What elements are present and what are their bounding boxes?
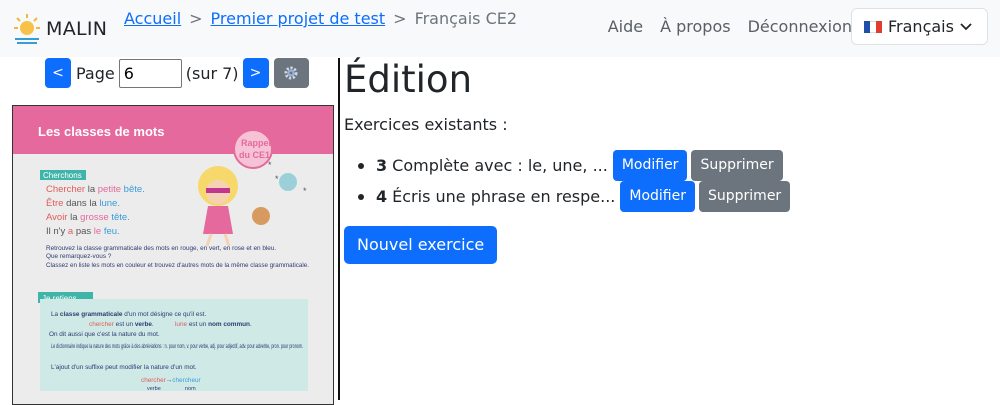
language-select-value: Français xyxy=(888,17,954,36)
brand[interactable]: MALIN xyxy=(12,12,107,46)
page-badge-line1: Rappel xyxy=(241,138,271,148)
page-rule-text: verbe xyxy=(135,321,152,328)
page-line-word: la xyxy=(85,184,98,195)
exercise-list: 3 Complète avec : le, une, ... Modifier … xyxy=(358,150,791,212)
svg-text:chercher→chercheur: chercher→chercheur xyxy=(141,377,202,384)
page-line-word: dans xyxy=(63,198,89,209)
breadcrumb-separator: > xyxy=(393,9,407,28)
page-rule-text: nom xyxy=(185,386,196,392)
exercise-number: 4 xyxy=(376,187,388,206)
page-total: (sur 7) xyxy=(185,63,239,83)
brand-name: MALIN xyxy=(46,18,108,40)
page-rule-text: chercher xyxy=(141,377,167,384)
exercise-item: 4 Écris une phrase en respe... Modifier … xyxy=(358,181,791,212)
svg-text:Chercher la petite bête.: Chercher la petite bête. xyxy=(46,184,145,195)
page-rule-text: . xyxy=(152,321,154,328)
page-rule-text: Le dictionnaire indique la nature des mo… xyxy=(51,344,303,350)
exercises-subtitle: Exercices existants : xyxy=(344,115,508,134)
page-heading: Les classes de mots xyxy=(38,124,164,139)
page-line-word: bête. xyxy=(121,184,145,195)
breadcrumb: Accueil > Premier projet de test > Français … xyxy=(124,9,517,28)
page-line-word: Avoir xyxy=(46,212,67,223)
nav-logout-link[interactable]: Déconnexion xyxy=(748,17,852,36)
nav-links: Aide À propos Déconnexion xyxy=(608,17,852,36)
navbar: MALIN Accueil > Premier projet de test > Fra… xyxy=(0,0,1000,57)
settings-button[interactable] xyxy=(273,58,309,88)
page-line-word: petite xyxy=(98,184,121,195)
page-rule-text: nom commun xyxy=(208,321,250,328)
page-rule-text: On dit aussi que c'est la nature du mot. xyxy=(49,331,160,338)
prev-page-button[interactable]: < xyxy=(45,58,71,88)
next-page-button[interactable]: > xyxy=(242,58,269,88)
page-title: Édition xyxy=(344,58,473,101)
page-line-word: Il n'y xyxy=(46,226,68,237)
breadcrumb-project-link[interactable]: Premier projet de test xyxy=(211,9,386,28)
exercise-item: 3 Complète avec : le, une, ... Modifier … xyxy=(358,150,790,181)
page-rule-text: est un xyxy=(187,321,208,328)
svg-text:Être dans la lune.: Être dans la lune. xyxy=(46,198,120,209)
page-rule-text: verbe xyxy=(147,386,161,392)
textbook-page-preview: Les classes de mots Rappel du CE1 Cherch… xyxy=(12,105,334,405)
delete-button[interactable]: Supprimer xyxy=(691,150,783,181)
nav-help-link[interactable]: Aide xyxy=(608,17,643,36)
page-badge-line2: du CE1 xyxy=(239,150,270,160)
page-rule-text: . xyxy=(250,321,252,328)
page-bullet1: Retrouvez la classe grammaticale des mot… xyxy=(46,245,276,252)
page-section-cherchons: Cherchons xyxy=(43,171,82,180)
page-rule-text: chercher xyxy=(89,321,115,328)
page-bullet2: Classez en liste les mots en couleur et … xyxy=(46,263,309,269)
svg-text:*: * xyxy=(275,174,279,184)
page-rule-text: d'un mot désigne ce qu'il est. xyxy=(122,311,206,318)
page-line-word: tête. xyxy=(111,212,130,223)
page-line-word: Chercher xyxy=(46,184,85,195)
page-line-word: le xyxy=(94,226,101,237)
sun-logo-icon xyxy=(12,12,42,46)
page-label: Page xyxy=(76,63,115,83)
page-line-word: Être xyxy=(46,198,63,209)
page-pager: < Page (sur 7) > xyxy=(45,58,309,88)
svg-text:chercher est un verbe.: chercher est un verbe. xyxy=(89,321,154,328)
page-bullet1b: Que remarquez-vous ? xyxy=(46,253,112,260)
svg-text:Il n'y a pas le feu.: Il n'y a pas le feu. xyxy=(46,226,120,237)
svg-text:lune est un nom commun.: lune est un nom commun. xyxy=(175,321,252,328)
breadcrumb-separator: > xyxy=(189,9,203,28)
svg-text:Avoir la grosse tête.: Avoir la grosse tête. xyxy=(46,212,130,223)
svg-text:*: * xyxy=(268,160,272,170)
exercise-number: 3 xyxy=(376,156,388,175)
breadcrumb-current: Français CE2 xyxy=(414,9,518,28)
chevron-down-icon xyxy=(960,23,972,31)
france-flag-icon xyxy=(864,20,882,33)
language-select[interactable]: Français xyxy=(851,8,988,45)
svg-text:La classe grammaticale d'un mo: La classe grammaticale d'un mot désigne … xyxy=(51,311,206,318)
gear-icon xyxy=(284,66,298,80)
page-rule-text: L'ajout d'un suffixe peut modifier la na… xyxy=(51,364,197,371)
breadcrumb-home-link[interactable]: Accueil xyxy=(124,9,181,28)
modify-button[interactable]: Modifier xyxy=(620,181,695,212)
nav-about-link[interactable]: À propos xyxy=(660,17,730,36)
page-line-word: la xyxy=(67,212,80,223)
page-line-word: grosse xyxy=(80,212,109,223)
page-rule-text: La xyxy=(51,311,60,318)
page-rule-text: lune xyxy=(175,321,188,328)
page-rule-text: est un xyxy=(114,321,135,328)
exercise-text: Écris une phrase en respe... xyxy=(392,187,616,206)
delete-button[interactable]: Supprimer xyxy=(699,181,791,212)
new-exercise-button[interactable]: Nouvel exercice xyxy=(344,226,498,264)
page-number-input[interactable] xyxy=(118,58,182,88)
page-rule-text: classe grammaticale xyxy=(60,311,123,318)
modify-button[interactable]: Modifier xyxy=(612,150,688,181)
panel-divider[interactable] xyxy=(338,58,340,400)
page-line-word: feu. xyxy=(104,226,120,237)
page-rule-text: chercheur xyxy=(172,377,201,384)
edition-panel: Édition Exercices existants : 3 Complète… xyxy=(344,58,791,264)
exercise-text: Complète avec : le, une, ... xyxy=(392,156,608,175)
page-line-word: pas xyxy=(73,226,94,237)
page-line-word: lune. xyxy=(99,198,120,209)
svg-text:*: * xyxy=(303,186,307,196)
